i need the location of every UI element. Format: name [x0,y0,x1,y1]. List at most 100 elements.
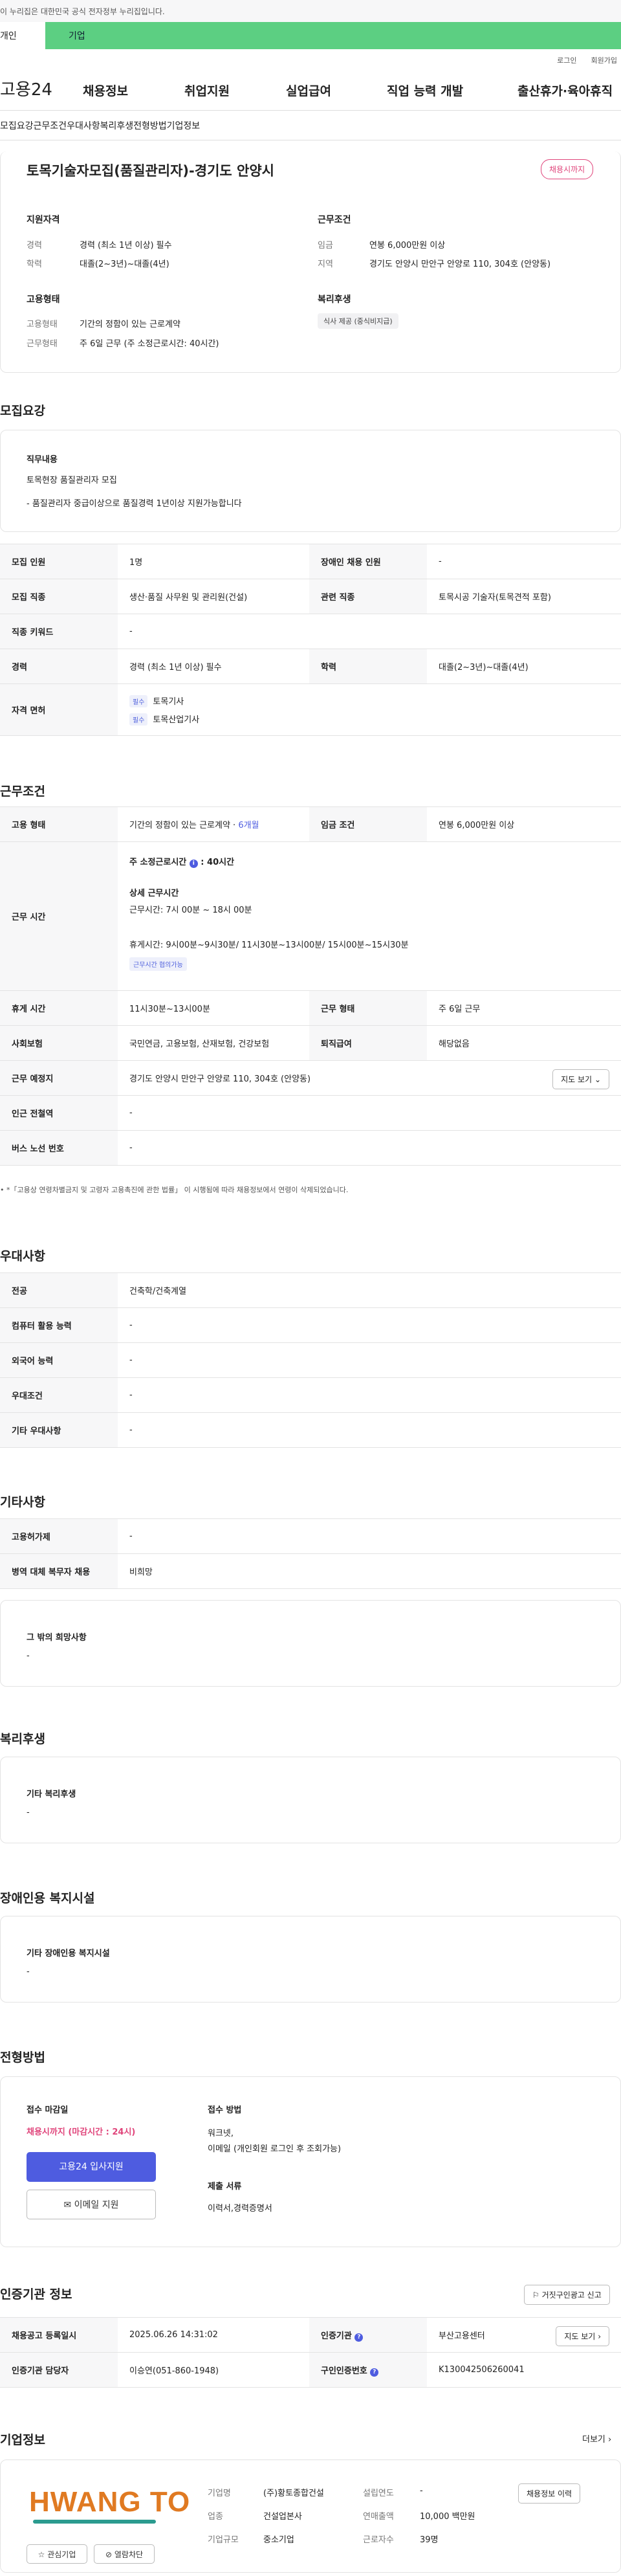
cell-value: 건축학/건축계열 [118,1272,621,1308]
agency-map-button[interactable]: 지도 보기 › [556,2326,609,2346]
age-note: • *「고용상 연령차별금지 및 고령자 고용촉진에 관한 법률」 이 시행됨에… [0,1186,349,1194]
method-label: 접수 방법 [208,2105,242,2115]
email-apply-button[interactable]: ✉ 이메일 지원 [27,2190,156,2219]
job-title: 토목기술자모집(품질관리자)-경기도 안양시 [27,163,274,179]
license-cell: 필수 토목기사 필수 토목산업기사 [118,683,621,736]
recruit-table: 모집 인원 1명 장애인 채용 인원 - 모집 직종 생산·품질 사무원 및 관… [0,544,621,736]
tab-recruit[interactable]: 모집요강 [0,119,34,132]
table-row: 휴게 시간 11시30분~13시00분 근무 형태 주 6일 근무 [0,990,621,1026]
cell-label: 기타 우대사항 [0,1412,118,1448]
site-logo[interactable]: 고용24 [0,76,52,100]
benefits-card: 기타 복리후생 - [0,1757,621,1843]
tab-selection[interactable]: 전형방법 [133,119,167,132]
detail-line-1: 근무시간: 7시 00분 ~ 18시 00분 [129,905,252,915]
table-row: 근무 예정지 경기도 안양시 만안구 안양로 110, 304호 (안양동) 지… [0,1060,621,1096]
block-button[interactable]: ⊘ 열람차단 [94,2544,155,2564]
cell-label: 사회보험 [0,1025,118,1061]
cell-label: 직종 키워드 [0,614,118,649]
section-heading-workcond: 근무조건 [0,784,45,799]
cell-value: 생산·품질 사무원 및 관리원(건설) [118,579,309,614]
history-button[interactable]: 채용정보 이력 [518,2483,581,2504]
gnb-item-support[interactable]: 취업지원 [184,82,230,99]
area-value: 경기도 안양시 만안구 안양로 110, 304호 (안양동) [369,260,551,269]
disabled-sub: 기타 장애인용 복지시설 [27,1949,110,1959]
cell-label: 채용공고 등록일시 [0,2317,118,2353]
table-row: 전공 건축학/건축계열 [0,1272,621,1308]
cell-label: 학력 [309,649,427,684]
required-tag: 필수 [129,694,148,707]
section-heading-pref: 우대사항 [0,1249,45,1263]
cell-value: 국민연금, 고용보험, 산재보험, 건강보험 [118,1025,309,1061]
report-button[interactable]: ⚐ 거짓구인광고 신고 [524,2285,610,2305]
cell-label: 고용 형태 [0,806,118,842]
wish-card: 그 밖의 희망사항 - [0,1600,621,1687]
gnb-item-benefit[interactable]: 실업급여 [286,82,331,99]
disabled-card: 기타 장애인용 복지시설 - [0,1916,621,2003]
wish-value: - [27,1651,30,1661]
duty-heading: 직무내용 [27,455,58,465]
cell-label: 관련 직종 [309,579,427,614]
section-heading-selection: 전형방법 [0,2050,45,2065]
table-row: 외국어 능력 - [0,1342,621,1378]
favorite-button[interactable]: ☆ 관심기업 [27,2544,87,2564]
cell-label: 근무 형태 [309,990,427,1026]
cell-value: - [427,544,621,579]
info-icon[interactable]: ? [370,2368,379,2377]
selection-card: 접수 마감일 채용시까지 (마감시간 : 24시) 고용24 입사지원 ✉ 이메… [0,2076,621,2247]
tab-personal[interactable]: 개인 [0,22,45,49]
global-nav: 고용24 채용정보 취업지원 실업급여 직업 능력 개발 출산휴가·육아휴직 [0,67,621,110]
required-tag: 필수 [129,713,148,726]
section-heading-etc: 기타사항 [0,1495,45,1509]
table-row: 기타 우대사항 - [0,1412,621,1448]
disabled-value: - [27,1967,30,1977]
job-summary-card: 토목기술자모집(품질관리자)-경기도 안양시 채용시까지 지원자격 경력 경력 … [0,151,621,373]
detail-line-2: 휴게시간: 9시00분~9시30분/ 11시30분~13시00분/ 15시00분… [129,940,409,950]
cell-value: 해당없음 [427,1025,621,1061]
gnb-item-training[interactable]: 직업 능력 개발 [387,82,463,99]
tab-welfare[interactable]: 복리후생 [100,119,134,132]
cell-label: 전공 [0,1272,118,1308]
emp-heading: 고용형태 [27,294,60,305]
industry-label: 업종 [208,2512,223,2522]
license-2: 토목산업기사 [153,715,200,725]
cell-label: 인근 전철역 [0,1095,118,1131]
gnb-item-jobs[interactable]: 채용정보 [83,82,128,99]
table-row: 채용공고 등록일시 2025.06.26 14:31:02 인증기관 ? 부산고… [0,2317,621,2353]
table-row: 직종 키워드 - [0,614,621,649]
info-icon[interactable]: ? [354,2333,364,2342]
tab-workcond[interactable]: 근무조건 [34,119,67,132]
login-link[interactable]: 로그인 [557,55,576,65]
deadline-value: 채용시까지 (마감시간 : 24시) [27,2127,136,2137]
cell-label: 자격 면허 [0,683,118,736]
duty-card: 직무내용 토목현장 품질관리자 모집 - 품질관리자 중급이상으로 품질경력 1… [0,430,621,532]
detail-heading: 상세 근무시간 [129,889,179,898]
cell-label: 휴게 시간 [0,990,118,1026]
company-more-link[interactable]: 더보기 › [582,2432,611,2445]
year-label: 설립연도 [363,2489,394,2498]
join-link[interactable]: 회원가입 [591,55,617,65]
area-label: 지역 [318,260,333,269]
map-button[interactable]: 지도 보기 ⌄ [552,1069,609,1089]
career-label: 경력 [27,241,42,250]
employees-label: 근로자수 [363,2535,394,2545]
info-icon[interactable]: i [189,860,198,868]
cell-label: 외국어 능력 [0,1342,118,1378]
method-line-1: 워크넷, [208,2129,234,2138]
cell-value: - [118,1307,621,1343]
tab-pref[interactable]: 우대사항 [67,119,100,132]
docs-label: 제출 서류 [208,2182,242,2192]
cell-label: 컴퓨터 활용 능력 [0,1307,118,1343]
tab-company[interactable]: 기업정보 [167,119,201,132]
edu-label: 학력 [27,260,42,269]
benefits-value: - [27,1808,30,1817]
cell-value: 2025.06.26 14:31:02 [118,2317,309,2353]
career-value: 경력 (최소 1년 이상) 필수 [80,241,172,250]
flex-tag: 근무시간 협의가능 [129,957,187,971]
section-tabs: 모집요강 근무조건 우대사항 복리후생 전형방법 기업정보 [0,111,621,140]
tab-company[interactable]: 기업 [45,22,621,49]
gnb-item-leave[interactable]: 출산휴가·육아휴직 [518,82,613,99]
apply-button[interactable]: 고용24 입사지원 [27,2152,156,2182]
cell-label: 임금 조건 [309,806,427,842]
table-row: 사회보험 국민연금, 고용보험, 산재보험, 건강보험 퇴직급여 해당없음 [0,1025,621,1061]
report-icon: ⚐ [532,2291,539,2300]
